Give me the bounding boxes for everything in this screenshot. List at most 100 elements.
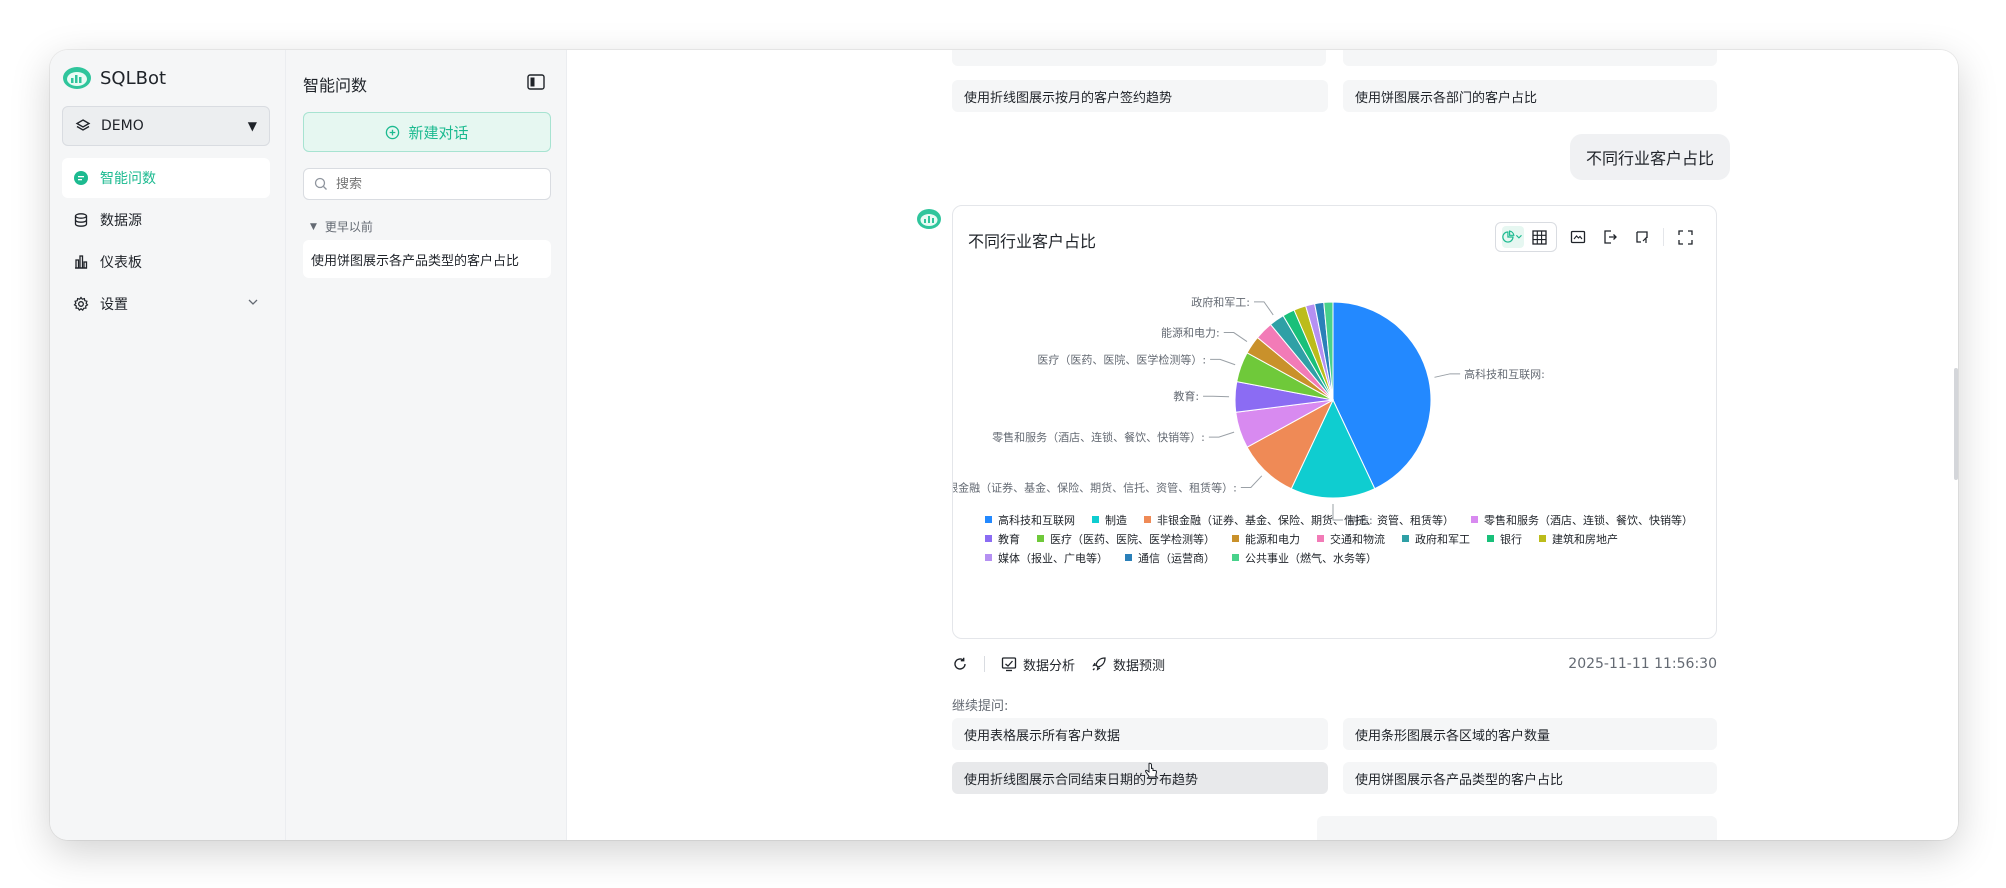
bot-avatar-icon (917, 209, 941, 229)
chat-history-item[interactable]: 使用饼图展示各产品类型的客户占比 (303, 240, 551, 278)
table-view-button[interactable] (1528, 226, 1550, 248)
hand-cursor-icon (1145, 762, 1158, 778)
left-nav: SQLBot DEMO ▼ 智能问数 数据源 仪表板 设置 (50, 50, 286, 840)
suggestion-cutoff[interactable] (952, 50, 1326, 66)
answer-actions: 数据分析 数据预测 2025-11-11 11:56:30 (952, 649, 1717, 679)
nav-item-dashboard[interactable]: 仪表板 (62, 242, 270, 282)
user-question-bubble: 不同行业客户占比 (1570, 134, 1731, 180)
suggestion-cutoff[interactable] (1343, 50, 1717, 66)
chart-title: 不同行业客户占比 (968, 232, 1097, 251)
nav-item-label: 设置 (100, 297, 128, 313)
search-input[interactable] (336, 176, 536, 192)
refresh-icon (954, 657, 966, 670)
legend-item[interactable]: 交通和物流 (1330, 532, 1385, 546)
plus-circle-icon (386, 125, 400, 139)
suggestion-item[interactable]: 使用折线图展示按月的客户签约趋势 (952, 80, 1328, 112)
export-icon (1604, 230, 1617, 244)
export-image-button[interactable] (1567, 226, 1589, 248)
followup-item[interactable]: 使用条形图展示各区域的客户数量 (1343, 718, 1717, 750)
followup-label: 继续提问: (952, 699, 1009, 714)
legend-swatch (1317, 535, 1324, 542)
pie-leader-line (1210, 358, 1236, 366)
legend-swatch (1539, 535, 1546, 542)
pie-chart-icon (1502, 230, 1522, 243)
legend-swatch (1144, 516, 1151, 523)
fullscreen-icon (1677, 229, 1693, 245)
legend-swatch (1402, 535, 1409, 542)
legend-swatch (1092, 516, 1099, 523)
pie-outer-label: 非银金融（证券、基金、保险、期货、信托、资管、租赁等）: (953, 480, 1237, 494)
legend-item[interactable]: 非银金融（证券、基金、保险、期货、信托、资管、租赁等） (1157, 513, 1454, 527)
add-to-dashboard-icon (1636, 231, 1648, 243)
data-predict-button[interactable]: 数据预测 (1091, 655, 1165, 674)
message-cutoff (1317, 816, 1717, 840)
answer-timestamp: 2025-11-11 11:56:30 (1568, 656, 1717, 672)
legend-swatch (1232, 554, 1239, 561)
nav-item-settings[interactable]: 设置 (62, 284, 270, 324)
nav-item-label: 智能问数 (100, 171, 156, 187)
pie-leader-line (1240, 475, 1263, 488)
legend-swatch (985, 516, 992, 523)
data-predict-label: 数据预测 (1113, 658, 1166, 674)
nav-item-smart-query[interactable]: 智能问数 (62, 158, 270, 198)
app-window: SQLBot DEMO ▼ 智能问数 数据源 仪表板 设置 智能问数 新建对话 … (50, 50, 1958, 840)
chevron-down-icon (246, 295, 260, 313)
pie-outer-label: 政府和军工: (1191, 295, 1250, 309)
fullscreen-button[interactable] (1674, 226, 1696, 248)
pie-chart-type-button[interactable] (1502, 226, 1524, 248)
app-logo[interactable]: SQLBot (62, 66, 166, 90)
legend-item[interactable]: 通信（运营商） (1138, 551, 1215, 565)
legend-item[interactable]: 政府和军工 (1415, 532, 1470, 546)
legend-item[interactable]: 高科技和互联网 (998, 513, 1075, 527)
legend-swatch (985, 535, 992, 542)
dashboard-icon (72, 253, 90, 271)
add-to-dashboard-button[interactable] (1631, 226, 1653, 248)
pie-leader-line (1434, 373, 1461, 378)
legend-swatch (1037, 535, 1044, 542)
sqlbot-logo-icon (63, 67, 91, 89)
legend-item[interactable]: 银行 (1500, 532, 1522, 546)
sidebar-toggle-icon[interactable] (527, 74, 545, 90)
pie-outer-label: 高科技和互联网: (1464, 367, 1545, 381)
legend-item[interactable]: 零售和服务（酒店、连锁、餐饮、快销等） (1484, 513, 1693, 527)
new-chat-label: 新建对话 (408, 123, 469, 142)
followup-item[interactable]: 使用折线图展示合同结束日期的分布趋势 (952, 762, 1328, 794)
data-analysis-button[interactable]: 数据分析 (1001, 655, 1075, 674)
panel-title: 智能问数 (303, 76, 368, 95)
chat-list-panel: 智能问数 新建对话 ▼ 更早以前 使用饼图展示各产品类型的客户占比 (286, 50, 567, 840)
legend-item[interactable]: 教育 (998, 532, 1020, 546)
chat-group-label[interactable]: ▼ 更早以前 (310, 218, 373, 235)
regenerate-button[interactable] (952, 656, 968, 672)
legend-item[interactable]: 媒体（报业、广电等） (998, 551, 1108, 565)
caret-down-icon: ▼ (247, 119, 257, 133)
legend-item[interactable]: 制造 (1105, 513, 1127, 527)
actions-divider (984, 656, 985, 672)
pie-outer-label: 零售和服务（酒店、连锁、餐饮、快销等）: (992, 430, 1205, 444)
pie-outer-label: 教育: (1173, 389, 1199, 403)
chart-toolbar (1495, 222, 1696, 252)
nav-item-label: 仪表板 (100, 255, 142, 271)
legend-item[interactable]: 能源和电力 (1245, 532, 1300, 546)
legend-item[interactable]: 公共事业（燃气、水务等） (1245, 551, 1377, 565)
chat-search[interactable] (303, 168, 551, 200)
pie-leader-line (1208, 431, 1235, 438)
nav-item-datasource[interactable]: 数据源 (62, 200, 270, 240)
gear-icon (72, 295, 90, 313)
pie-leader-line (1253, 301, 1274, 316)
datasource-select[interactable]: DEMO ▼ (62, 106, 270, 146)
main-scrollbar[interactable] (1954, 368, 1958, 480)
followup-item[interactable]: 使用表格展示所有客户数据 (952, 718, 1328, 750)
legend-swatch (1487, 535, 1494, 542)
followup-item[interactable]: 使用饼图展示各产品类型的客户占比 (1343, 762, 1717, 794)
app-name: SQLBot (100, 67, 167, 89)
data-analysis-label: 数据分析 (1023, 658, 1076, 674)
legend-item[interactable]: 建筑和房地产 (1552, 532, 1618, 546)
export-button[interactable] (1599, 226, 1621, 248)
toolbar-divider (1663, 228, 1664, 246)
database-icon (72, 211, 90, 229)
nav-item-label: 数据源 (100, 213, 142, 229)
legend-swatch (1232, 535, 1239, 542)
suggestion-item[interactable]: 使用饼图展示各部门的客户占比 (1343, 80, 1717, 112)
new-chat-button[interactable]: 新建对话 (303, 112, 551, 152)
legend-item[interactable]: 医疗（医药、医院、医学检测等） (1050, 532, 1215, 546)
